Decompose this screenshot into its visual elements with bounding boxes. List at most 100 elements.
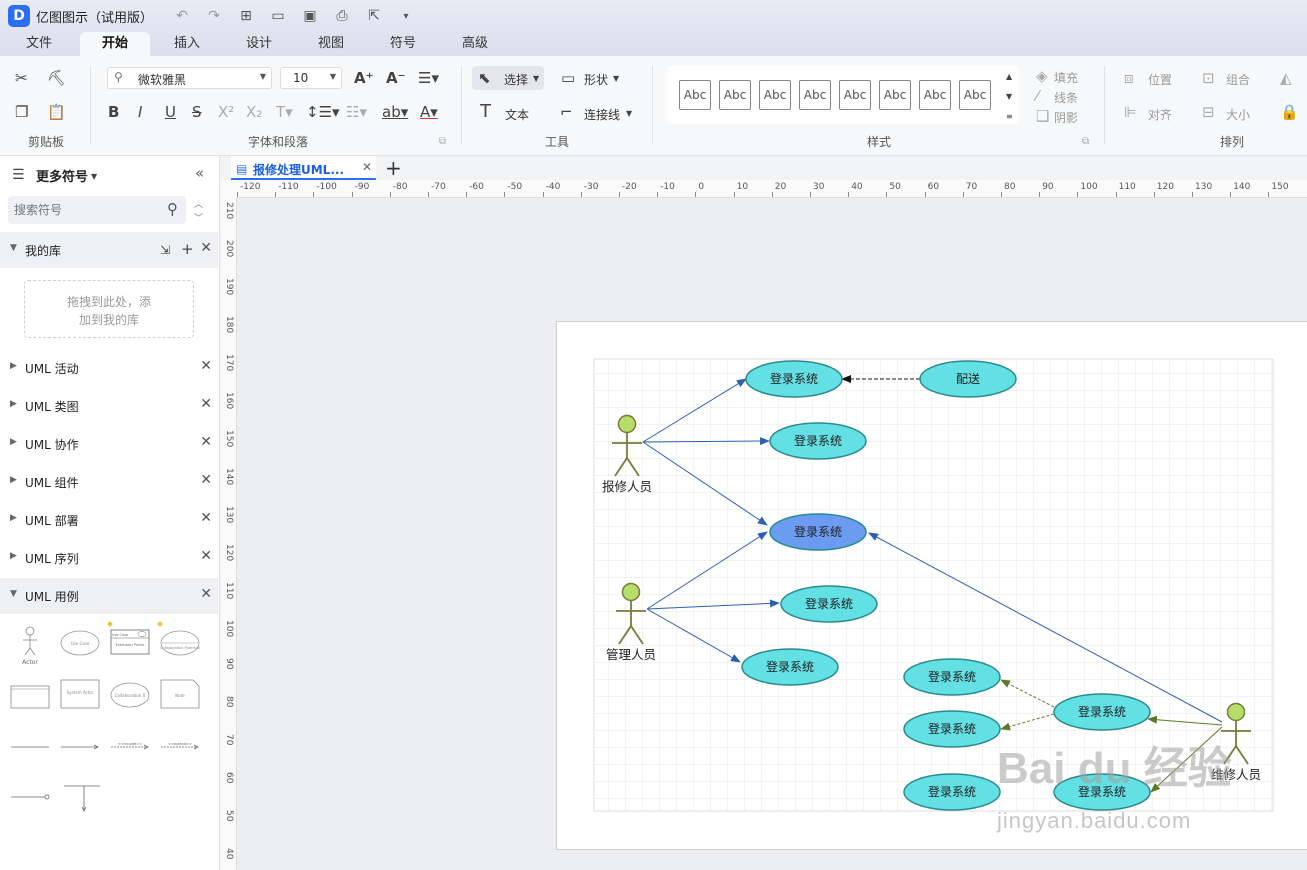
shape-tool-label[interactable]: 形状 [584, 71, 608, 88]
style-swatch[interactable]: Abc [719, 80, 751, 110]
shape-collaboration[interactable]: Collaboration X [110, 682, 150, 708]
style-swatch[interactable]: Abc [759, 80, 791, 110]
chevron-down-icon[interactable]: ▼ [613, 70, 619, 88]
library-uml-collaboration[interactable]: ▶ UML 协作 ✕ [0, 426, 218, 462]
shape-dependency[interactable] [64, 785, 100, 812]
tab-home[interactable]: 开始 [80, 32, 150, 56]
save-icon[interactable]: ▣ [299, 8, 321, 24]
style-swatch[interactable]: Abc [799, 80, 831, 110]
shadow-icon[interactable]: ❑ [1036, 107, 1049, 125]
style-swatch[interactable]: Abc [919, 80, 951, 110]
use-case-login-8[interactable]: 登录系统 [903, 710, 1001, 748]
copy-icon[interactable]: ❐ [15, 103, 28, 121]
document-tab[interactable]: ▤ 报修处理UML... ✕ [231, 156, 376, 180]
shape-directed-association[interactable] [61, 744, 99, 750]
group-icon[interactable]: ⊡ [1202, 69, 1215, 87]
library-uml-activity[interactable]: ▶ UML 活动 ✕ [0, 350, 218, 386]
text-tool-icon[interactable]: T [480, 103, 491, 121]
style-swatch[interactable]: Abc [679, 80, 711, 110]
subscript-icon[interactable]: X₂ [246, 103, 262, 121]
library-uml-sequence[interactable]: ▶ UML 序列 ✕ [0, 540, 218, 576]
tab-symbols[interactable]: 符号 [374, 32, 432, 56]
use-case-login-2[interactable]: 登录系统 [769, 422, 867, 460]
text-tool-label[interactable]: 文本 [505, 106, 529, 123]
tab-view[interactable]: 视图 [302, 32, 360, 56]
chevron-down-icon[interactable]: ▼ [626, 105, 632, 123]
gallery-scroll-up-icon[interactable]: ▲ [1006, 68, 1012, 86]
underline-icon[interactable]: U [165, 103, 176, 121]
close-tab-icon[interactable]: ✕ [362, 160, 372, 174]
chevron-down-icon[interactable]: ▼ [91, 168, 97, 186]
shape-generalization[interactable] [11, 794, 50, 800]
use-case-login-1[interactable]: 登录系统 [745, 360, 843, 398]
open-folder-icon[interactable]: ▭ [267, 8, 289, 24]
tab-design[interactable]: 设计 [230, 32, 288, 56]
connector-tool-label[interactable]: 连接线 [584, 106, 620, 123]
line-icon[interactable]: ⁄ [1036, 87, 1039, 105]
fill-label[interactable]: 填充 [1054, 69, 1078, 86]
style-swatch[interactable]: Abc [959, 80, 991, 110]
library-uml-component[interactable]: ▶ UML 组件 ✕ [0, 464, 218, 500]
chevron-down-icon[interactable]: ▾ [395, 11, 417, 22]
lock-icon[interactable]: 🔒 [1280, 103, 1299, 121]
highlight-color-icon[interactable]: ab▾ [382, 103, 408, 121]
flip-icon[interactable]: ◭ [1280, 69, 1292, 87]
shape-use-case-collab[interactable]: Collaboration Potential [157, 621, 200, 656]
search-icon[interactable]: ⚲ [167, 200, 178, 218]
drawing-canvas[interactable]: 登录系统 配送 登录系统 登录系统 登录系统 登录系统 登录系统 登录系统 登录系统 登录系统 登录… [237, 198, 1307, 870]
scroll-down-icon[interactable]: ﹀ [194, 210, 203, 228]
shadow-label[interactable]: 阴影 [1054, 109, 1078, 126]
superscript-icon[interactable]: X² [218, 103, 234, 121]
collapse-panel-icon[interactable]: « [195, 164, 204, 182]
dialog-launcher-icon[interactable]: ⧉ [439, 133, 446, 151]
gallery-more-icon[interactable]: ≡ [1006, 108, 1013, 126]
select-tool-button[interactable]: ⬉ 选择 ▼ [472, 66, 544, 90]
close-icon[interactable]: ✕ [200, 358, 212, 374]
format-painter-icon[interactable]: ⛏ [47, 69, 66, 87]
library-uml-usecase[interactable]: ▼ UML 用例 ✕ [0, 578, 218, 614]
shape-rectangle[interactable] [10, 685, 50, 709]
text-case-icon[interactable]: T▾ [276, 103, 293, 121]
use-case-login-7[interactable]: 登录系统 [1053, 693, 1151, 731]
library-uml-class[interactable]: ▶ UML 类图 ✕ [0, 388, 218, 424]
shape-actor[interactable]: Actor [22, 626, 38, 666]
use-case-delivery[interactable]: 配送 [919, 360, 1017, 398]
close-icon[interactable]: ✕ [200, 434, 212, 450]
add-tab-icon[interactable]: + [385, 156, 402, 180]
use-case-login-selected[interactable]: 登录系统 [769, 513, 867, 551]
tab-file[interactable]: 文件 [10, 32, 68, 56]
tab-insert[interactable]: 插入 [158, 32, 216, 56]
shape-use-case-extension[interactable]: Use Case Extension Points [107, 621, 150, 655]
position-label[interactable]: 位置 [1148, 71, 1172, 88]
line-label[interactable]: 线条 [1054, 89, 1078, 106]
diagram-page[interactable]: 登录系统 配送 登录系统 登录系统 登录系统 登录系统 登录系统 登录系统 登录系统 登录系统 登录… [556, 321, 1307, 850]
shape-system-actor[interactable]: System Actor [60, 679, 100, 709]
shape-use-case[interactable]: Use Case [60, 630, 100, 656]
align-icon[interactable]: ⊫ [1124, 103, 1137, 121]
grow-font-icon[interactable]: A⁺ [354, 69, 374, 87]
add-icon[interactable]: + [181, 240, 194, 258]
undo-icon[interactable]: ↶ [171, 8, 193, 24]
tab-advanced[interactable]: 高级 [446, 32, 504, 56]
more-symbols-button[interactable]: 更多符号 [36, 166, 88, 185]
use-case-login-10[interactable]: 登录系统 [903, 773, 1001, 811]
shape-note[interactable]: Note [160, 679, 200, 709]
style-swatch[interactable]: Abc [879, 80, 911, 110]
position-icon[interactable]: ⧈ [1124, 69, 1134, 87]
use-case-login-6[interactable]: 登录系统 [903, 658, 1001, 696]
size-label[interactable]: 大小 [1226, 106, 1250, 123]
new-page-icon[interactable]: ⊞ [235, 8, 257, 24]
import-icon[interactable]: ⇲ [160, 241, 170, 259]
use-case-login-5[interactable]: 登录系统 [741, 648, 839, 686]
connector-icon[interactable]: ⌐ [560, 103, 573, 121]
group-label[interactable]: 组合 [1226, 71, 1250, 88]
close-icon[interactable]: ✕ [200, 586, 212, 602]
style-swatch[interactable]: Abc [839, 80, 871, 110]
strikethrough-icon[interactable]: S [192, 103, 202, 121]
font-color-icon[interactable]: A▾ [420, 103, 438, 121]
line-spacing-icon[interactable]: ↕☰▾ [306, 103, 340, 121]
use-case-login-4[interactable]: 登录系统 [780, 585, 878, 623]
my-library-drop-zone[interactable]: 拖拽到此处，添 加到我的库 [24, 280, 194, 338]
paste-icon[interactable]: 📋 [47, 103, 66, 121]
close-icon[interactable]: ✕ [200, 472, 212, 488]
